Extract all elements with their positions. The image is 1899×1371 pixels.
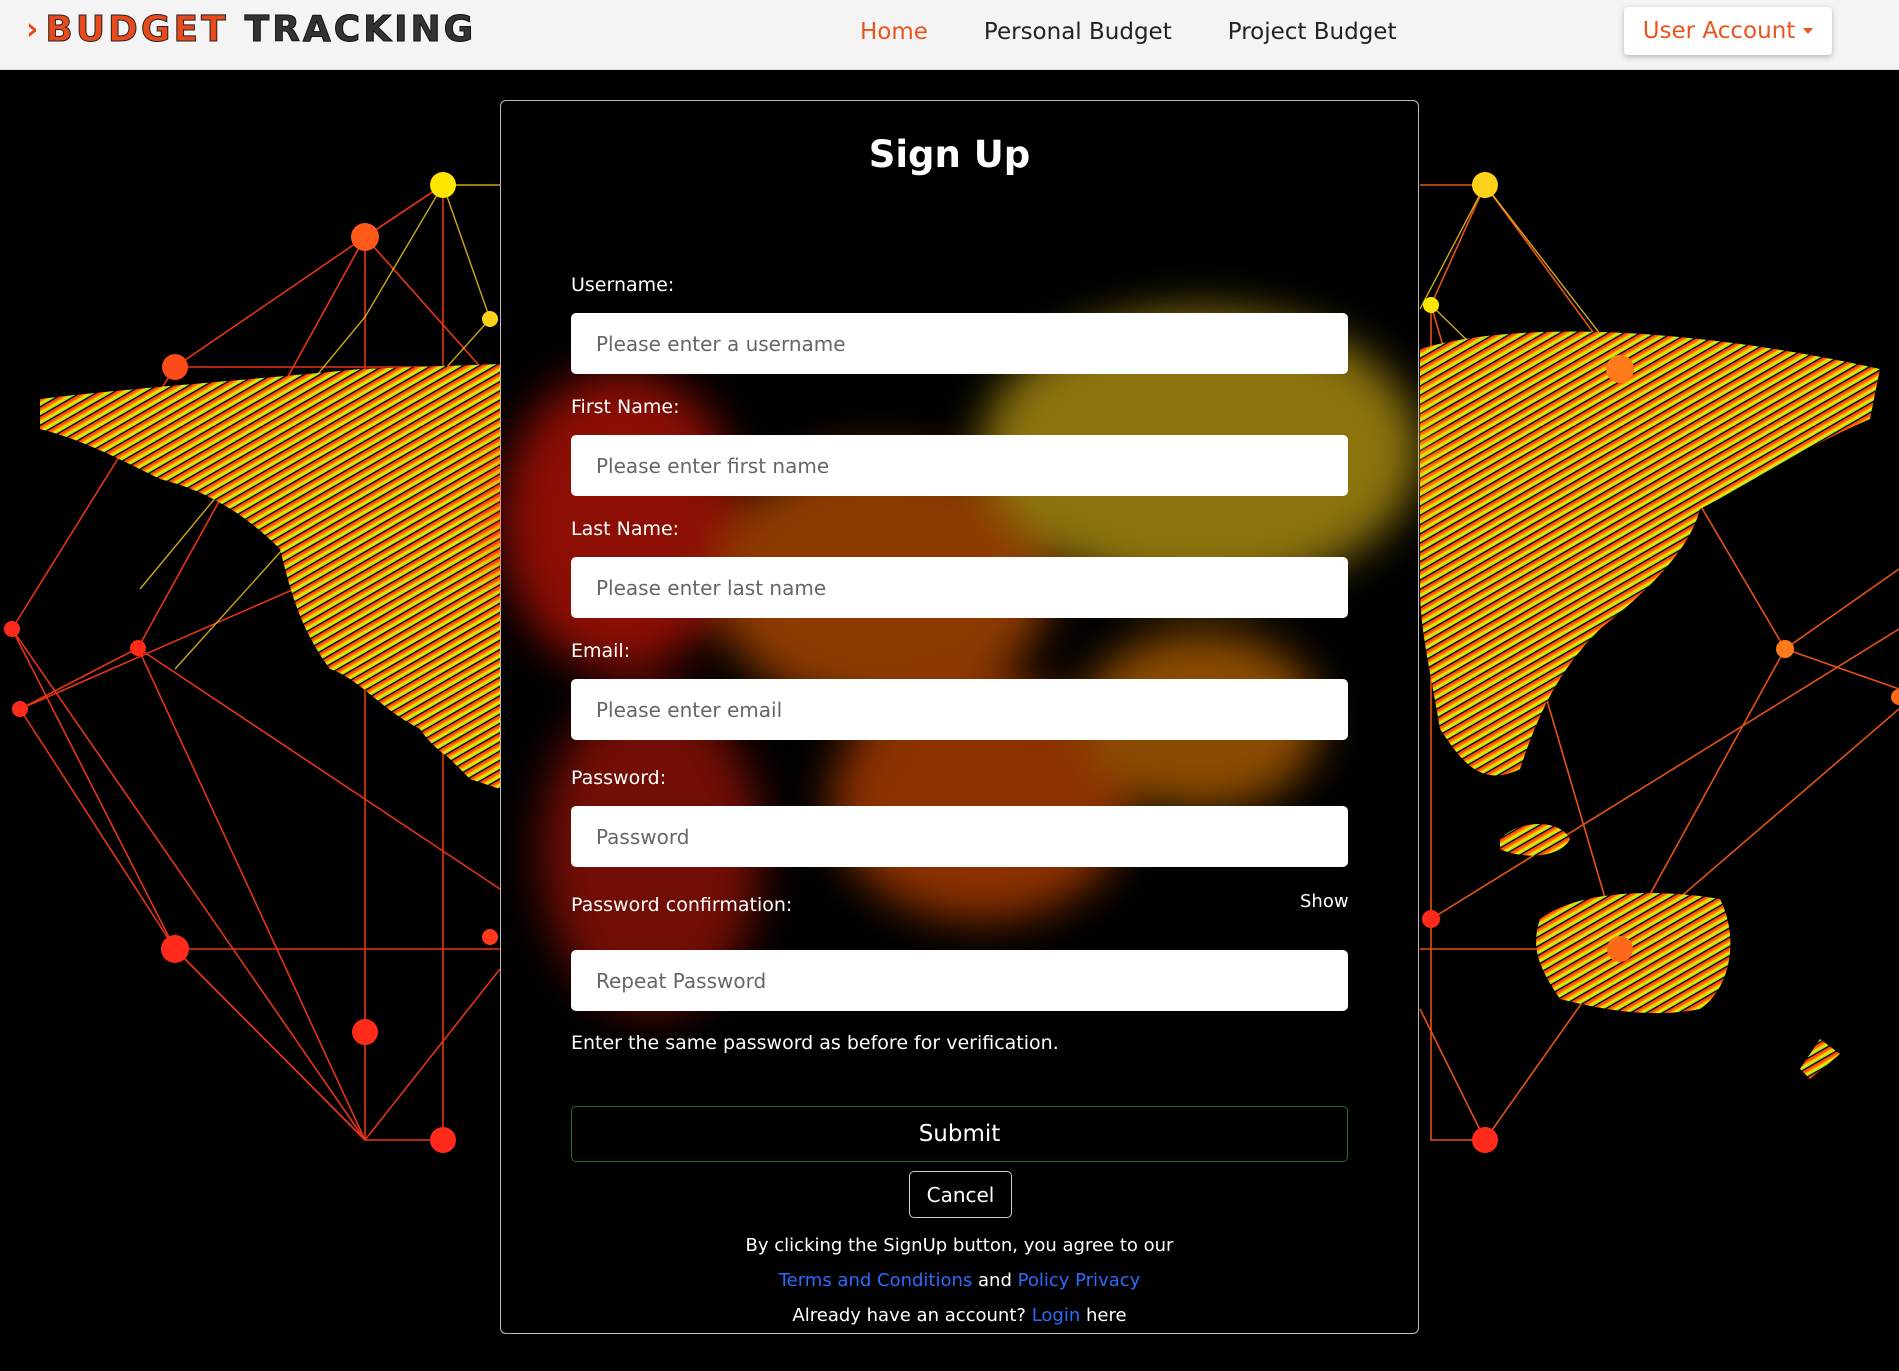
- terms-link[interactable]: Terms and Conditions: [779, 1270, 973, 1291]
- password-input[interactable]: [571, 806, 1348, 867]
- nav-link-personal-budget[interactable]: Personal Budget: [984, 16, 1172, 48]
- email-input[interactable]: [571, 679, 1348, 740]
- password-helper-text: Enter the same password as before for ve…: [571, 1032, 1059, 1054]
- nav-link-project-budget[interactable]: Project Budget: [1228, 16, 1397, 48]
- nav-link-home[interactable]: Home: [860, 16, 928, 48]
- email-label: Email:: [571, 640, 631, 662]
- here-text: here: [1086, 1305, 1127, 1326]
- password-confirmation-input[interactable]: [571, 950, 1348, 1011]
- caret-down-icon: [1803, 28, 1814, 34]
- page-title: Sign Up: [868, 133, 1031, 176]
- and-text: and: [978, 1270, 1012, 1291]
- terms-line: Terms and Conditions and Policy Privacy: [500, 1268, 1419, 1294]
- brand-part-2: TRACKING: [244, 9, 477, 51]
- login-line: Already have an account? Login here: [500, 1303, 1419, 1329]
- brand-part-1: BUDGET: [45, 9, 229, 51]
- have-account-text: Already have an account?: [792, 1305, 1026, 1326]
- password-label: Password:: [571, 767, 667, 789]
- submit-button[interactable]: Submit: [571, 1106, 1348, 1162]
- first-name-input[interactable]: [571, 435, 1348, 496]
- brand-logo[interactable]: › BUDGET TRACKING: [26, 8, 476, 52]
- first-name-label: First Name:: [571, 396, 680, 418]
- username-input[interactable]: [571, 313, 1348, 374]
- last-name-label: Last Name:: [571, 518, 680, 540]
- chevron-right-icon: ›: [26, 12, 42, 47]
- cancel-button[interactable]: Cancel: [909, 1171, 1012, 1218]
- user-account-label: User Account: [1642, 18, 1796, 44]
- top-navbar: › BUDGET TRACKING Home Personal Budget P…: [0, 0, 1899, 70]
- nav-links: Home Personal Budget Project Budget: [860, 16, 1452, 48]
- last-name-input[interactable]: [571, 557, 1348, 618]
- username-label: Username:: [571, 274, 675, 296]
- agree-text: By clicking the SignUp button, you agree…: [745, 1235, 1174, 1256]
- show-password-toggle[interactable]: Show: [1300, 891, 1349, 912]
- user-account-dropdown[interactable]: User Account: [1624, 7, 1832, 55]
- login-link[interactable]: Login: [1032, 1305, 1081, 1326]
- policy-link[interactable]: Policy Privacy: [1018, 1270, 1141, 1291]
- password-confirmation-label: Password confirmation:: [571, 894, 793, 916]
